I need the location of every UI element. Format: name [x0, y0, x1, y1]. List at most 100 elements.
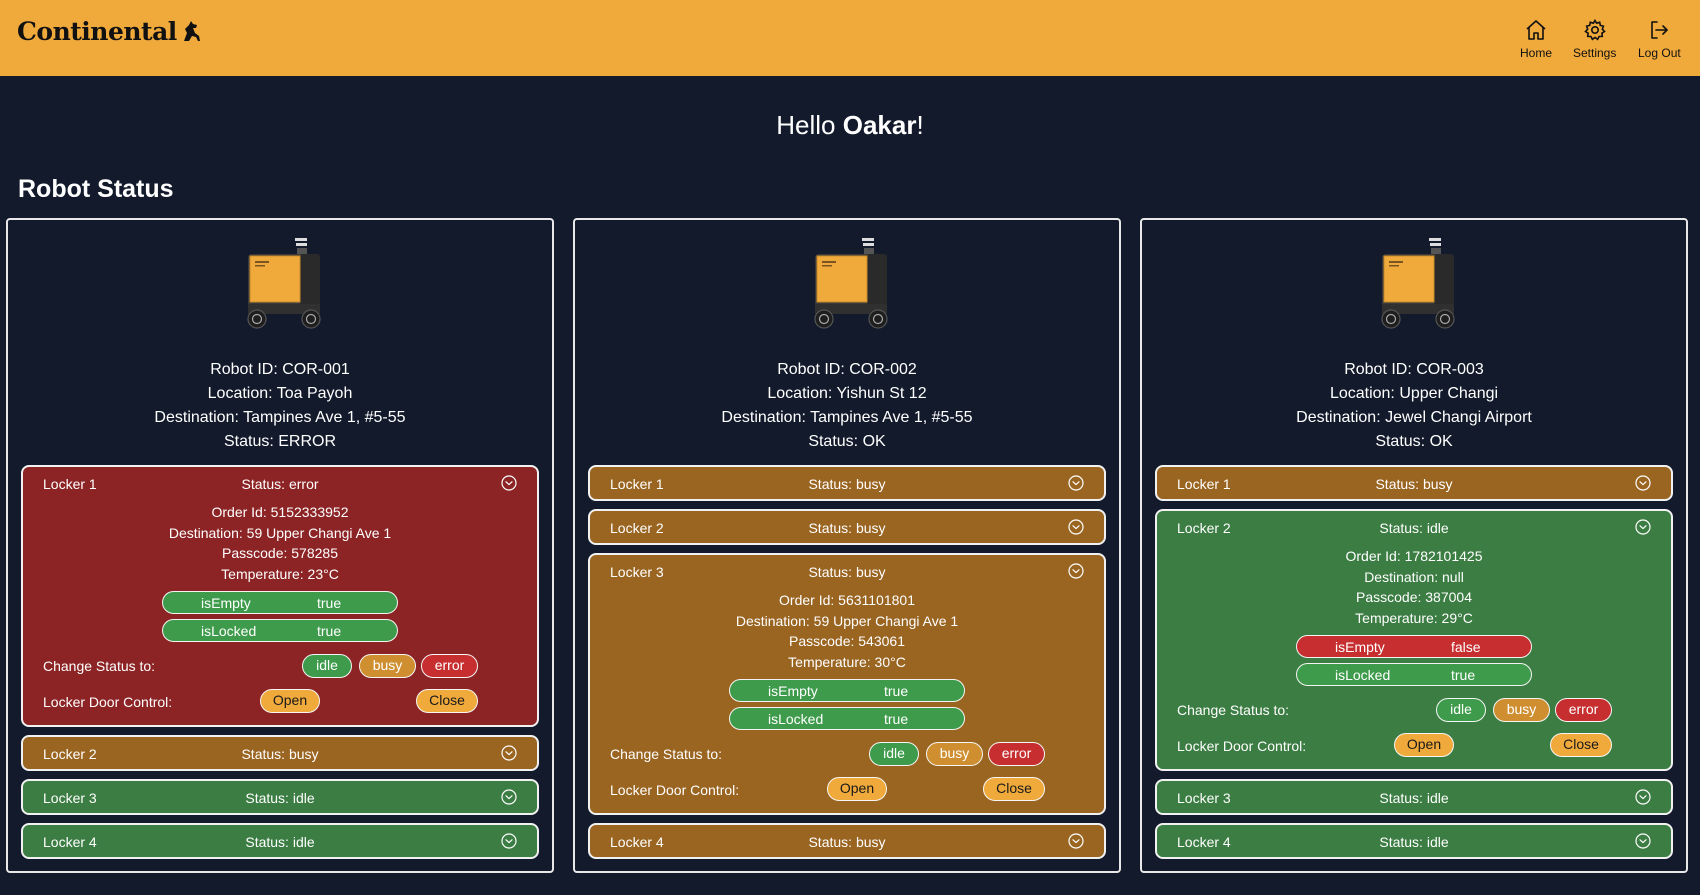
locker-panel: Status: busy Locker 1 — [588, 465, 1106, 501]
chevron-down-icon[interactable] — [501, 745, 517, 761]
continental-logo[interactable]: Continental — [17, 17, 202, 46]
passcode: Passcode: 387004 — [1356, 589, 1472, 605]
status-idle-button[interactable]: idle — [869, 742, 919, 766]
locker-status: Status: busy — [808, 520, 886, 536]
locker-header[interactable]: Status: idle Locker 2 — [1157, 511, 1671, 543]
change-status-label: Change Status to: — [43, 658, 156, 674]
robot-location: Location: Upper Changi — [1329, 385, 1499, 402]
robot-info: Robot ID: COR-003 Location: Upper Changi… — [1142, 358, 1686, 454]
chevron-down-icon[interactable] — [501, 789, 517, 805]
is-empty-indicator: isEmpty true — [729, 679, 965, 702]
status-busy-button[interactable]: busy — [1493, 698, 1550, 722]
locker-panel: Status: busy Locker 4 — [588, 823, 1106, 859]
locker-header[interactable]: Status: busy Locker 2 — [23, 737, 537, 769]
robot-status: Status: OK — [1375, 433, 1453, 450]
locker-status: Status: busy — [808, 476, 886, 492]
locker-panel: Status: busy Locker 3 Order Id: 56311018… — [588, 553, 1106, 815]
status-error-button[interactable]: error — [421, 654, 478, 678]
locker-panel: Status: idle Locker 3 — [21, 779, 539, 815]
locker-panel: Status: busy Locker 2 — [21, 735, 539, 771]
chevron-down-icon[interactable] — [1068, 519, 1084, 535]
locker-name: Locker 1 — [43, 476, 97, 492]
status-busy-button[interactable]: busy — [926, 742, 983, 766]
locker-status: Status: idle — [245, 834, 315, 850]
status-error-button[interactable]: error — [988, 742, 1045, 766]
chevron-down-icon[interactable] — [1635, 789, 1651, 805]
nav-home[interactable]: Home — [1520, 18, 1552, 60]
robot-info: Robot ID: COR-001 Location: Toa Payoh De… — [8, 358, 552, 454]
logout-icon — [1651, 21, 1669, 39]
chevron-down-icon[interactable] — [501, 833, 517, 849]
locker-status: Status: idle — [1379, 520, 1449, 536]
locker-details: Order Id: 5152333952 Destination: 59 Upp… — [23, 502, 537, 584]
robot-destination: Destination: Jewel Changi Airport — [1296, 409, 1532, 426]
locker-name: Locker 1 — [610, 476, 664, 492]
nav-settings-label: Settings — [1573, 46, 1617, 60]
locker-header[interactable]: Status: idle Locker 4 — [1157, 825, 1671, 857]
chevron-down-icon[interactable] — [1635, 833, 1651, 849]
chevron-down-icon[interactable] — [1068, 833, 1084, 849]
robot-id: Robot ID: COR-002 — [777, 361, 917, 378]
locker-name: Locker 3 — [43, 790, 97, 806]
door-open-button[interactable]: Open — [1394, 733, 1454, 757]
chevron-down-icon[interactable] — [1068, 475, 1084, 491]
locker-status: Status: idle — [1379, 790, 1449, 806]
locker-panel: Status: idle Locker 4 — [21, 823, 539, 859]
door-close-button[interactable]: Close — [1550, 733, 1612, 757]
locker-header[interactable]: Status: idle Locker 3 — [23, 781, 537, 813]
logo-text: Continental — [17, 17, 177, 46]
order-destination: Destination: 59 Upper Changi Ave 1 — [735, 612, 959, 629]
robot-location: Location: Toa Payoh — [207, 385, 353, 402]
robot-card: Robot ID: COR-001 Location: Toa Payoh De… — [6, 218, 554, 873]
chevron-down-icon[interactable] — [1635, 519, 1651, 535]
chevron-down-icon[interactable] — [1068, 563, 1084, 579]
door-open-button[interactable]: Open — [827, 777, 887, 801]
chevron-down-icon[interactable] — [501, 475, 517, 491]
locker-status: Status: busy — [808, 834, 886, 850]
locker-name: Locker 4 — [1177, 834, 1231, 850]
change-status-row: Change Status to: idle busy error — [1157, 692, 1671, 728]
locker-status: Status: busy — [241, 746, 319, 762]
robot-id: Robot ID: COR-001 — [210, 361, 350, 378]
locker-panel: Status: busy Locker 2 — [588, 509, 1106, 545]
top-navbar: Continental Home Settings Log Out — [0, 0, 1700, 76]
locker-status: Status: error — [241, 476, 319, 492]
nav-settings[interactable]: Settings — [1573, 18, 1616, 60]
order-id: Order Id: 1782101425 — [1345, 548, 1483, 564]
is-empty-indicator: isEmpty false — [1296, 635, 1532, 658]
door-control-label: Locker Door Control: — [1177, 738, 1307, 754]
status-idle-button[interactable]: idle — [302, 654, 352, 678]
chevron-down-icon[interactable] — [1635, 475, 1651, 491]
locker-name: Locker 3 — [1177, 790, 1231, 806]
robot-card: Robot ID: COR-002 Location: Yishun St 12… — [573, 218, 1121, 873]
change-status-row: Change Status to: idle busy error — [23, 648, 537, 684]
door-close-button[interactable]: Close — [983, 777, 1045, 801]
locker-header[interactable]: Status: busy Locker 1 — [1157, 467, 1671, 499]
status-idle-button[interactable]: idle — [1436, 698, 1486, 722]
robot-destination: Destination: Tampines Ave 1, #5-55 — [721, 409, 973, 426]
order-id: Order Id: 5152333952 — [211, 504, 349, 520]
robot-id: Robot ID: COR-003 — [1344, 361, 1484, 378]
locker-header[interactable]: Status: busy Locker 1 — [590, 467, 1104, 499]
locker-header[interactable]: Status: busy Locker 4 — [590, 825, 1104, 857]
locker-status: Status: idle — [1379, 834, 1449, 850]
locker-panel: Status: idle Locker 2 Order Id: 17821014… — [1155, 509, 1673, 771]
locker-name: Locker 4 — [43, 834, 97, 850]
locker-status: Status: idle — [245, 790, 315, 806]
door-close-button[interactable]: Close — [416, 689, 478, 713]
status-error-button[interactable]: error — [1555, 698, 1612, 722]
change-status-label: Change Status to: — [1177, 702, 1290, 718]
locker-header[interactable]: Status: idle Locker 3 — [1157, 781, 1671, 813]
order-id: Order Id: 5631101801 — [779, 592, 915, 608]
nav-logout[interactable]: Log Out — [1638, 18, 1681, 60]
status-busy-button[interactable]: busy — [359, 654, 416, 678]
locker-header[interactable]: Status: idle Locker 4 — [23, 825, 537, 857]
robot-destination: Destination: Tampines Ave 1, #5-55 — [154, 409, 406, 426]
door-open-button[interactable]: Open — [260, 689, 320, 713]
is-locked-indicator: isLocked true — [729, 707, 965, 730]
locker-header[interactable]: Status: busy Locker 2 — [590, 511, 1104, 543]
door-control-row: Locker Door Control: Open Close — [1157, 728, 1671, 764]
locker-header[interactable]: Status: busy Locker 3 — [590, 555, 1104, 587]
delivery-robot-icon — [247, 238, 321, 329]
locker-header[interactable]: Status: error Locker 1 — [23, 467, 537, 499]
